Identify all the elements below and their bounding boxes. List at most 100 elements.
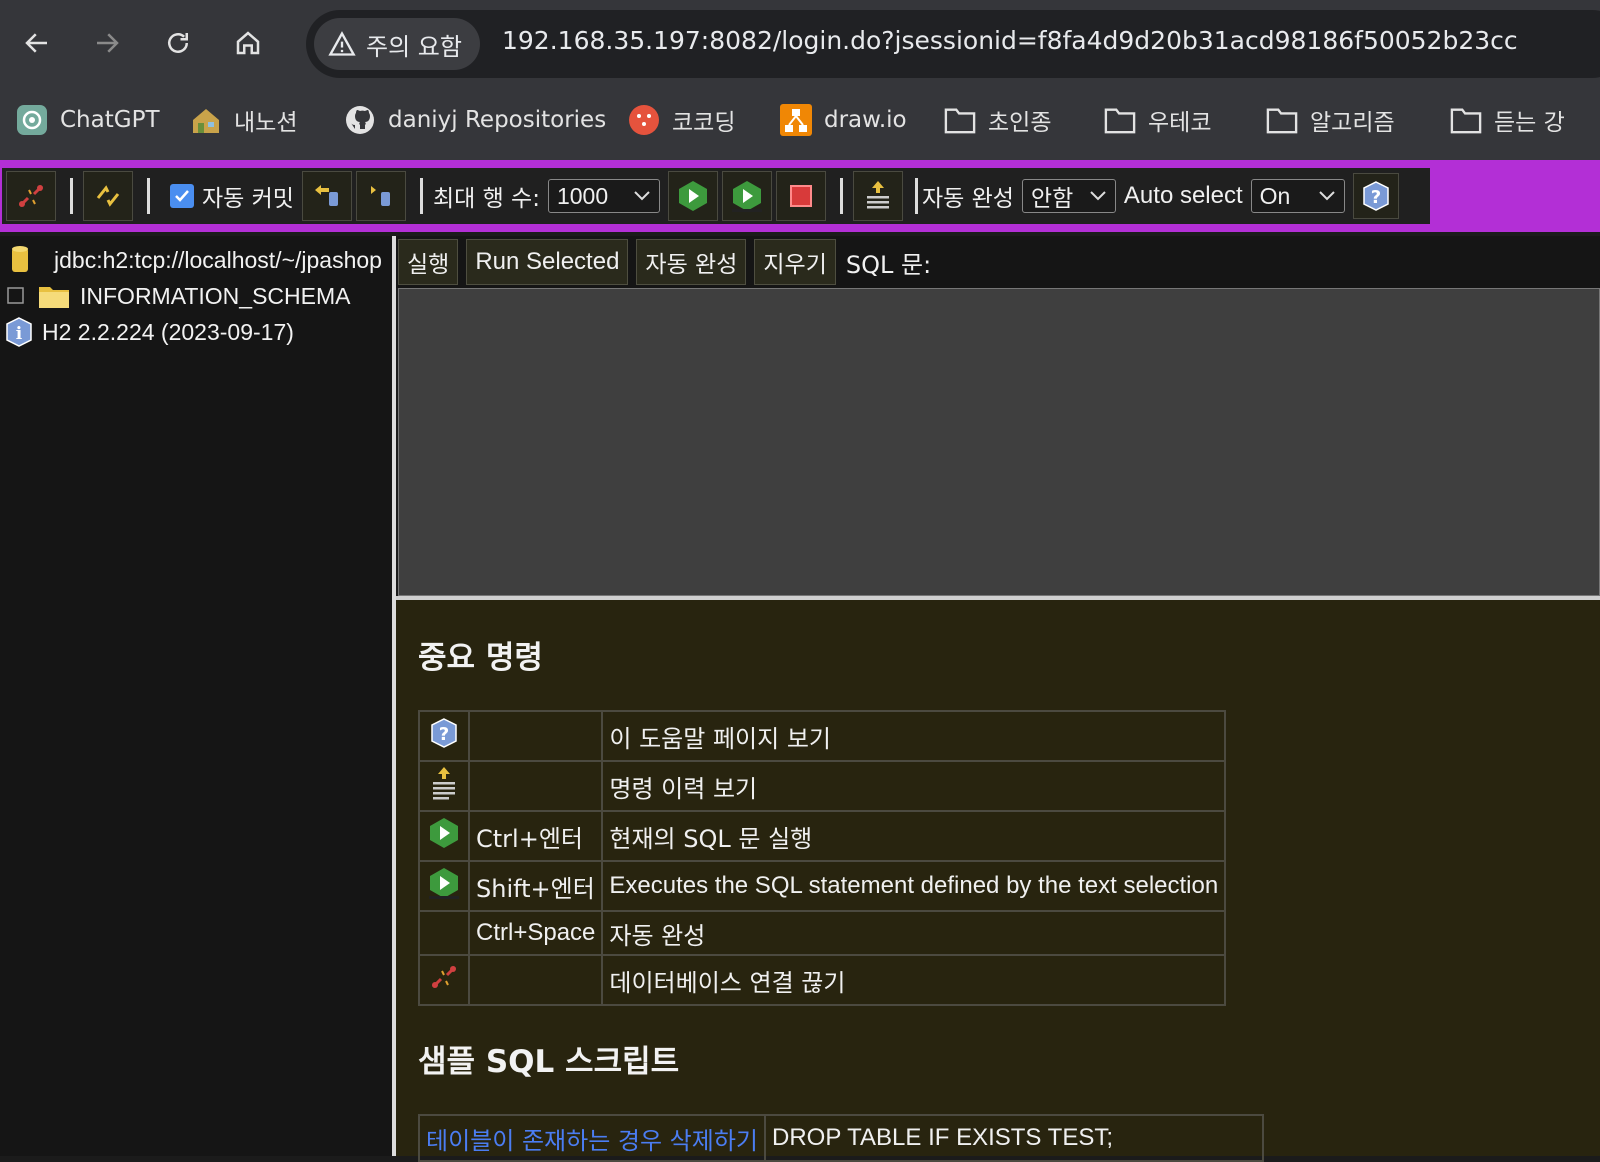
table-row: Ctrl+엔터 현재의 SQL 문 실행 (418, 810, 1227, 862)
description-cell: 데이터베이스 연결 끊기 (601, 954, 1227, 1006)
bookmark-github[interactable]: daniyj Repositories (344, 100, 606, 140)
description-cell: 명령 이력 보기 (601, 760, 1227, 812)
clear-button[interactable]: 지우기 (754, 239, 836, 285)
commit-icon (370, 186, 390, 206)
reload-button[interactable] (157, 22, 199, 64)
toolbar-separator (419, 178, 423, 214)
folder-icon (1104, 104, 1136, 136)
description-cell: 현재의 SQL 문 실행 (601, 810, 1227, 862)
max-rows-select[interactable]: 1000 (547, 179, 660, 213)
auto-select-value: On (1259, 182, 1291, 209)
tree-connection[interactable]: jdbc:h2:tcp://localhost/~/jpashop (8, 242, 382, 278)
bookmark-label: 우테코 (1148, 110, 1212, 136)
run-selected-icon (429, 868, 459, 899)
commands-table: ? 이 도움말 페이지 보기 명령 이력 보기 Ctrl+엔터 현재의 SQL … (418, 710, 1227, 1006)
bookmark-label: 내노션 (234, 110, 298, 136)
run-selected-text-button[interactable]: Run Selected (466, 239, 629, 285)
sample-link[interactable]: 테이블이 존재하는 경우 삭제하기 (417, 1114, 767, 1162)
table-row: Ctrl+Space 자동 완성 (418, 910, 1227, 956)
help-icon: ? (1362, 181, 1389, 211)
toolbar-separator (914, 178, 918, 214)
table-row: 명령 이력 보기 (418, 760, 1227, 812)
bookmark-label: 코코딩 (672, 110, 736, 136)
help-icon: ? (431, 718, 457, 748)
forward-button[interactable] (86, 22, 128, 64)
schema-tree: jdbc:h2:tcp://localhost/~/jpashop INFORM… (0, 236, 392, 1156)
toolbar-separator (70, 178, 73, 214)
auto-commit-label: 자동 커밋 (202, 186, 294, 212)
tree-version: i H2 2.2.224 (2023-09-17) (4, 314, 294, 350)
icon-cell (418, 910, 470, 956)
shortcut-cell (467, 760, 604, 812)
bookmark-cocoding[interactable]: 코코딩 (628, 100, 735, 140)
schema-name: INFORMATION_SCHEMA (80, 282, 351, 309)
disconnect-icon (18, 184, 44, 208)
security-chip[interactable]: 주의 요함 (314, 18, 480, 70)
chevron-down-icon (1090, 191, 1106, 201)
chevron-down-icon (634, 191, 650, 201)
description-cell: Executes the SQL statement defined by th… (601, 860, 1227, 912)
shortcut-cell (467, 954, 604, 1006)
history-icon (866, 181, 889, 209)
stop-button[interactable] (775, 171, 826, 221)
description-cell: 이 도움말 페이지 보기 (601, 710, 1227, 762)
bookmark-notion[interactable]: 내노션 (190, 100, 297, 140)
help-button[interactable]: ? (1352, 173, 1399, 219)
home-button[interactable] (227, 22, 269, 64)
sql-statement-label: SQL 문: (845, 250, 932, 279)
h2-toolbar: 자동 커밋 최대 행 수: 1000 자동 완성 안함 Auto select … (0, 160, 1600, 232)
bookmark-folder-doorbell[interactable]: 초인종 (944, 100, 1051, 140)
back-button[interactable] (16, 22, 58, 64)
autocomplete-select[interactable]: 안함 (1021, 179, 1116, 213)
version-text: H2 2.2.224 (2023-09-17) (42, 318, 294, 345)
history-button[interactable] (852, 171, 903, 221)
expand-box-icon[interactable] (6, 286, 26, 306)
address-bar[interactable]: 주의 요함 192.168.35.197:8082/login.do?jsess… (306, 10, 1600, 78)
sql-editor[interactable] (398, 288, 1600, 596)
history-icon (433, 767, 455, 800)
url-text[interactable]: 192.168.35.197:8082/login.do?jsessionid=… (502, 26, 1518, 55)
execute-button[interactable]: 실행 (398, 239, 459, 285)
bookmark-label: daniyj Repositories (388, 107, 607, 133)
autocomplete-button[interactable]: 자동 완성 (636, 239, 747, 285)
icon-cell: ? (418, 710, 470, 762)
bookmark-drawio[interactable]: draw.io (780, 100, 907, 140)
warning-icon (328, 31, 356, 56)
run-button[interactable] (667, 171, 718, 221)
disconnect-button[interactable] (6, 171, 56, 221)
cocoding-icon (628, 104, 660, 136)
back-arrow-icon (25, 33, 47, 53)
auto-select-select[interactable]: On (1250, 179, 1345, 213)
bookmark-chatgpt[interactable]: ChatGPT (16, 100, 160, 140)
commit-button[interactable] (355, 171, 406, 221)
github-icon (344, 104, 376, 136)
reload-icon (168, 33, 188, 53)
autocomplete-value: 안함 (1030, 185, 1074, 211)
shortcut-cell: Shift+엔터 (467, 860, 604, 912)
bookmark-folder-lectures[interactable]: 듣는 강 (1450, 100, 1565, 140)
bookmark-folder-wooteco[interactable]: 우테코 (1104, 100, 1211, 140)
run-selected-icon (731, 181, 762, 212)
important-commands-title: 중요 명령 (418, 640, 543, 676)
tree-schema[interactable]: INFORMATION_SCHEMA (6, 278, 350, 314)
bookmark-folder-algorithm[interactable]: 알고리즘 (1266, 100, 1395, 140)
stop-icon (789, 185, 812, 207)
bookmark-label: 초인종 (988, 110, 1052, 136)
refresh-button[interactable] (83, 171, 133, 221)
chatgpt-icon (16, 104, 48, 136)
run-icon (678, 181, 707, 211)
rollback-icon (314, 185, 338, 206)
run-selected-button[interactable] (721, 171, 772, 221)
icon-cell (418, 860, 470, 912)
svg-text:?: ? (439, 724, 449, 745)
svg-text:i: i (16, 324, 23, 344)
icon-cell (418, 810, 470, 862)
folder-icon (944, 104, 976, 136)
toolbar-separator (839, 178, 843, 214)
home-icon (236, 31, 260, 55)
folder-icon (1450, 104, 1482, 136)
info-icon: i (6, 317, 32, 347)
auto-commit-checkbox[interactable] (170, 184, 194, 208)
rollback-button[interactable] (301, 171, 352, 221)
toolbar-separator (147, 178, 150, 214)
